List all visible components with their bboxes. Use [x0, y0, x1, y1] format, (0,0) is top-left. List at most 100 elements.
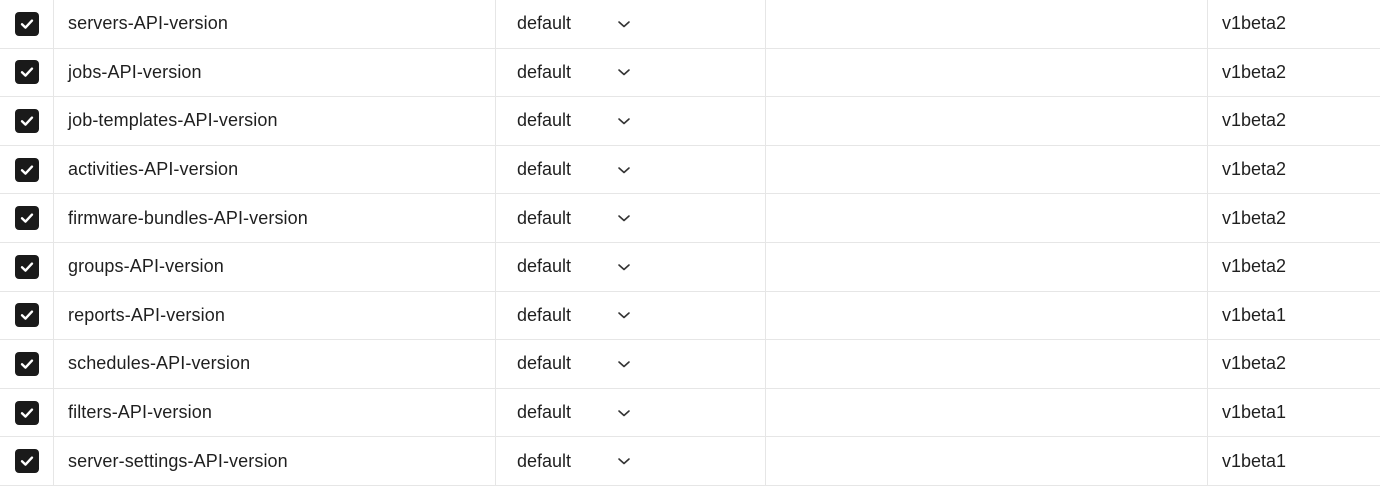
table-row: reports-API-version default v1beta1 [0, 291, 1380, 341]
select-value: default [517, 110, 572, 131]
check-icon [20, 213, 33, 223]
empty-cell [766, 388, 1208, 437]
version-select[interactable]: default [517, 105, 647, 137]
check-icon [20, 407, 33, 418]
version-select[interactable]: default [517, 8, 647, 40]
row-checkbox[interactable] [14, 157, 39, 182]
version-select-cell: default [496, 388, 766, 437]
version-value: v1beta1 [1222, 304, 1287, 325]
empty-cell [766, 194, 1208, 242]
check-icon [20, 456, 33, 466]
version-select[interactable]: default [517, 251, 647, 283]
version-select-cell: default [496, 242, 766, 291]
select-value: default [517, 256, 572, 277]
version-value: v1beta1 [1222, 450, 1287, 471]
row-checkbox[interactable] [14, 351, 39, 376]
api-name: servers-API-version [54, 0, 496, 48]
empty-cell [766, 97, 1208, 145]
table-row: activities-API-version default v1beta2 [0, 145, 1380, 195]
api-name: server-settings-API-version [54, 437, 496, 485]
select-value: default [517, 159, 572, 180]
select-value: default [517, 353, 572, 374]
row-checkbox[interactable] [14, 254, 39, 279]
version-select-cell: default [496, 437, 766, 485]
table-row: servers-API-version default v1beta2 [0, 0, 1380, 49]
check-icon [20, 67, 33, 78]
check-icon [20, 19, 33, 29]
chevron-down-icon [617, 213, 631, 223]
api-version-table: servers-API-version default v1beta2 jobs… [0, 0, 1380, 495]
select-value: default [517, 207, 572, 228]
check-icon [20, 359, 33, 369]
row-checkbox[interactable] [14, 60, 39, 85]
version-select[interactable]: default [517, 154, 647, 186]
chevron-down-icon [617, 262, 631, 272]
table-row: jobs-API-version default v1beta2 [0, 48, 1380, 98]
api-name: activities-API-version [54, 145, 496, 194]
table-row: groups-API-version default v1beta2 [0, 242, 1380, 292]
empty-cell [766, 0, 1208, 48]
row-checkbox[interactable] [14, 108, 39, 133]
version-select[interactable]: default [517, 445, 647, 477]
api-name: reports-API-version [54, 291, 496, 340]
version-select[interactable]: default [517, 397, 647, 429]
check-icon [20, 262, 33, 272]
version-select[interactable]: default [517, 299, 647, 331]
checkbox-cell [0, 437, 54, 485]
chevron-down-icon [617, 456, 631, 466]
version-value: v1beta2 [1222, 13, 1287, 34]
row-checkbox[interactable] [14, 400, 39, 425]
checkbox-cell [0, 242, 54, 291]
chevron-down-icon [617, 359, 631, 369]
version-value: v1beta2 [1222, 353, 1287, 374]
version-select[interactable]: default [517, 56, 647, 88]
checkbox-cell [0, 194, 54, 242]
select-value: default [517, 402, 572, 423]
checkbox-cell [0, 340, 54, 388]
chevron-down-icon [617, 19, 631, 29]
version-select[interactable]: default [517, 348, 647, 380]
version-select-cell: default [496, 0, 766, 48]
chevron-down-icon [617, 310, 631, 320]
checkbox-cell [0, 145, 54, 194]
check-icon [20, 116, 33, 126]
checkbox-cell [0, 48, 54, 97]
empty-cell [766, 437, 1208, 485]
row-checkbox[interactable] [14, 206, 39, 231]
select-value: default [517, 450, 572, 471]
select-value: default [517, 61, 572, 82]
version-value: v1beta2 [1222, 61, 1287, 82]
version-select-cell: default [496, 291, 766, 340]
chevron-down-icon [617, 116, 631, 126]
empty-cell [766, 340, 1208, 388]
version-select-cell: default [496, 194, 766, 242]
version-value: v1beta2 [1222, 256, 1287, 277]
empty-cell [766, 242, 1208, 291]
api-name: filters-API-version [54, 388, 496, 437]
checkbox-cell [0, 291, 54, 340]
chevron-down-icon [617, 67, 631, 77]
row-checkbox[interactable] [14, 449, 39, 474]
version-select[interactable]: default [517, 202, 647, 234]
version-select-cell: default [496, 48, 766, 97]
empty-cell [766, 291, 1208, 340]
chevron-down-icon [617, 165, 631, 175]
version-select-cell: default [496, 340, 766, 388]
table-row: server-settings-API-version default v1be… [0, 437, 1380, 486]
empty-cell [766, 48, 1208, 97]
row-checkbox[interactable] [14, 303, 39, 328]
version-value: v1beta2 [1222, 110, 1287, 131]
version-select-cell: default [496, 145, 766, 194]
version-value: v1beta2 [1222, 207, 1287, 228]
table-row: schedules-API-version default v1beta2 [0, 340, 1380, 389]
chevron-down-icon [617, 408, 631, 418]
version-select-cell: default [496, 97, 766, 145]
select-value: default [517, 13, 572, 34]
table-row: firmware-bundles-API-version default v1b… [0, 194, 1380, 243]
row-checkbox[interactable] [14, 11, 39, 36]
empty-cell [766, 145, 1208, 194]
checkbox-cell [0, 97, 54, 145]
table-row: filters-API-version default v1beta1 [0, 388, 1380, 438]
checkbox-cell [0, 388, 54, 437]
check-icon [20, 310, 33, 321]
